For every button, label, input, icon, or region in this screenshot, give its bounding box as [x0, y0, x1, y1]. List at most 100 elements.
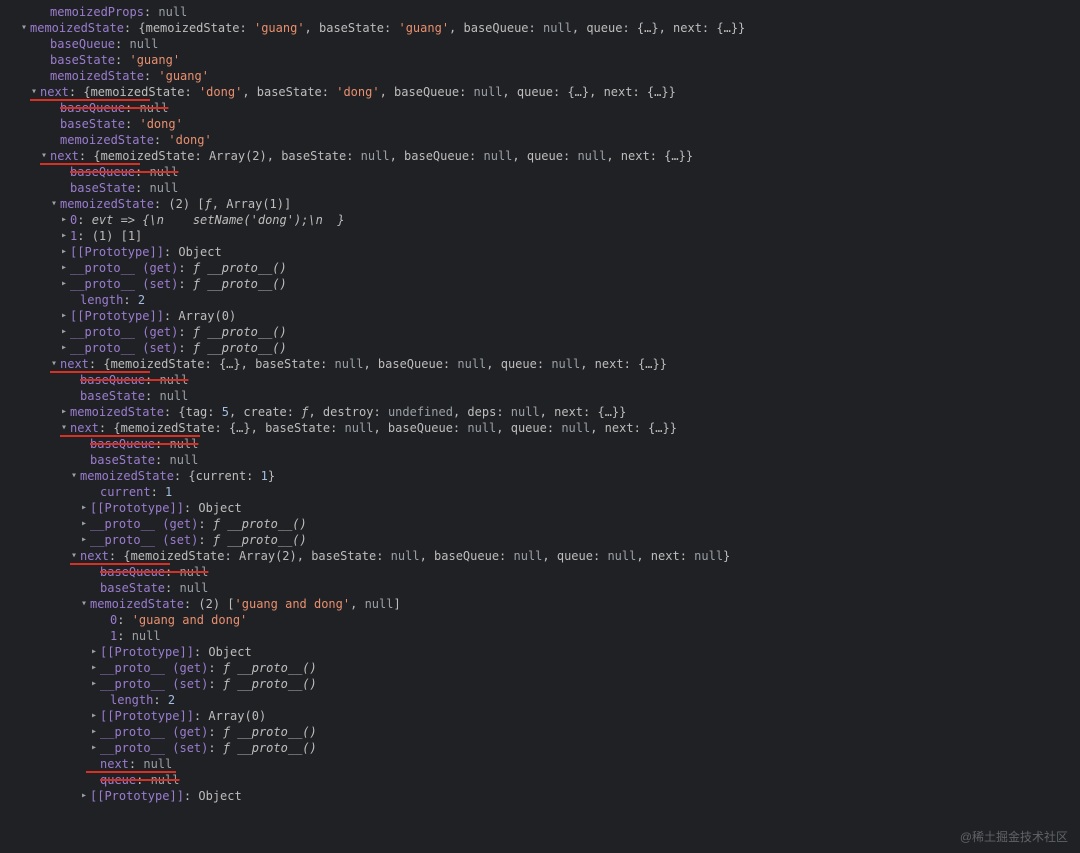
property-content: baseState: 'dong' [60, 116, 183, 132]
property-row: memoizedState: 'dong' [0, 132, 1080, 148]
property-row[interactable]: ▸__proto__ (get): ƒ __proto__() [0, 724, 1080, 740]
expand-arrow-right-icon[interactable]: ▸ [58, 324, 70, 340]
arrow-placeholder [38, 68, 50, 84]
arrow-placeholder [88, 772, 100, 788]
expand-arrow-right-icon[interactable]: ▸ [88, 724, 100, 740]
property-row[interactable]: ▸[[Prototype]]: Object [0, 244, 1080, 260]
property-row[interactable]: ▾next: {memoizedState: {…}, baseState: n… [0, 420, 1080, 436]
property-row[interactable]: ▸1: (1) [1] [0, 228, 1080, 244]
property-row[interactable]: ▸__proto__ (set): ƒ __proto__() [0, 276, 1080, 292]
expand-arrow-right-icon[interactable]: ▸ [78, 500, 90, 516]
property-content: [[Prototype]]: Array(0) [70, 308, 236, 324]
expand-arrow-down-icon[interactable]: ▾ [48, 356, 60, 372]
arrow-placeholder [68, 372, 80, 388]
property-content: current: 1 [100, 484, 172, 500]
property-row: baseState: null [0, 180, 1080, 196]
property-content: __proto__ (get): ƒ __proto__() [70, 324, 287, 340]
property-row: baseState: null [0, 452, 1080, 468]
expand-arrow-right-icon[interactable]: ▸ [58, 404, 70, 420]
property-content: [[Prototype]]: Array(0) [100, 708, 266, 724]
property-content: next: {memoizedState: 'dong', baseState:… [40, 84, 676, 100]
property-content: baseState: null [70, 180, 178, 196]
expand-arrow-down-icon[interactable]: ▾ [68, 468, 80, 484]
arrow-placeholder [38, 52, 50, 68]
property-row[interactable]: ▾memoizedState: (2) ['guang and dong', n… [0, 596, 1080, 612]
property-content: baseQueue: null [50, 36, 158, 52]
expand-arrow-right-icon[interactable]: ▸ [88, 660, 100, 676]
expand-arrow-right-icon[interactable]: ▸ [58, 244, 70, 260]
expand-arrow-right-icon[interactable]: ▸ [58, 308, 70, 324]
property-row[interactable]: ▸[[Prototype]]: Object [0, 788, 1080, 804]
property-content: next: null [100, 756, 172, 772]
expand-arrow-right-icon[interactable]: ▸ [78, 516, 90, 532]
property-content: memoizedState: {tag: 5, create: ƒ, destr… [70, 404, 626, 420]
property-row[interactable]: ▾memoizedState: {current: 1} [0, 468, 1080, 484]
expand-arrow-down-icon[interactable]: ▾ [68, 548, 80, 564]
property-row[interactable]: ▸__proto__ (set): ƒ __proto__() [0, 340, 1080, 356]
expand-arrow-right-icon[interactable]: ▸ [88, 644, 100, 660]
property-content: baseQueue: null [70, 164, 178, 180]
expand-arrow-right-icon[interactable]: ▸ [58, 276, 70, 292]
property-row[interactable]: ▸__proto__ (set): ƒ __proto__() [0, 676, 1080, 692]
property-row[interactable]: ▸[[Prototype]]: Object [0, 644, 1080, 660]
property-row[interactable]: ▸__proto__ (get): ƒ __proto__() [0, 660, 1080, 676]
property-row[interactable]: ▸[[Prototype]]: Object [0, 500, 1080, 516]
property-row[interactable]: ▸__proto__ (get): ƒ __proto__() [0, 516, 1080, 532]
property-row[interactable]: ▾next: {memoizedState: 'dong', baseState… [0, 84, 1080, 100]
red-underline-annotation [70, 563, 170, 565]
property-row[interactable]: ▸__proto__ (set): ƒ __proto__() [0, 532, 1080, 548]
arrow-placeholder [68, 388, 80, 404]
property-row: baseState: 'dong' [0, 116, 1080, 132]
property-row: baseQueue: null [0, 564, 1080, 580]
expand-arrow-down-icon[interactable]: ▾ [58, 420, 70, 436]
property-row[interactable]: ▸[[Prototype]]: Array(0) [0, 708, 1080, 724]
property-row[interactable]: ▾memoizedState: {memoizedState: 'guang',… [0, 20, 1080, 36]
property-content: __proto__ (set): ƒ __proto__() [90, 532, 307, 548]
expand-arrow-right-icon[interactable]: ▸ [88, 740, 100, 756]
object-inspector-tree: memoizedProps: null▾memoizedState: {memo… [0, 4, 1080, 804]
property-content: __proto__ (get): ƒ __proto__() [90, 516, 307, 532]
expand-arrow-down-icon[interactable]: ▾ [38, 148, 50, 164]
expand-arrow-right-icon[interactable]: ▸ [58, 228, 70, 244]
arrow-placeholder [38, 36, 50, 52]
property-content: __proto__ (get): ƒ __proto__() [70, 260, 287, 276]
property-content: 0: 'guang and dong' [110, 612, 247, 628]
expand-arrow-down-icon[interactable]: ▾ [28, 84, 40, 100]
property-row[interactable]: ▾memoizedState: (2) [ƒ, Array(1)] [0, 196, 1080, 212]
arrow-placeholder [88, 756, 100, 772]
expand-arrow-down-icon[interactable]: ▾ [48, 196, 60, 212]
expand-arrow-down-icon[interactable]: ▾ [78, 596, 90, 612]
property-row[interactable]: ▸0: evt => {\n setName('dong');\n } [0, 212, 1080, 228]
expand-arrow-right-icon[interactable]: ▸ [58, 212, 70, 228]
property-row[interactable]: ▸__proto__ (get): ƒ __proto__() [0, 260, 1080, 276]
property-content: next: {memoizedState: {…}, baseState: nu… [70, 420, 677, 436]
expand-arrow-right-icon[interactable]: ▸ [78, 532, 90, 548]
expand-arrow-right-icon[interactable]: ▸ [58, 260, 70, 276]
arrow-placeholder [48, 132, 60, 148]
property-row[interactable]: ▾next: {memoizedState: {…}, baseState: n… [0, 356, 1080, 372]
property-row[interactable]: ▸__proto__ (set): ƒ __proto__() [0, 740, 1080, 756]
expand-arrow-right-icon[interactable]: ▸ [88, 708, 100, 724]
property-content: baseQueue: null [90, 436, 198, 452]
expand-arrow-down-icon[interactable]: ▾ [18, 20, 30, 36]
arrow-placeholder [68, 292, 80, 308]
property-row[interactable]: ▸__proto__ (get): ƒ __proto__() [0, 324, 1080, 340]
property-row[interactable]: ▸[[Prototype]]: Array(0) [0, 308, 1080, 324]
property-row[interactable]: ▸memoizedState: {tag: 5, create: ƒ, dest… [0, 404, 1080, 420]
property-row[interactable]: ▾next: {memoizedState: Array(2), baseSta… [0, 548, 1080, 564]
property-content: next: {memoizedState: {…}, baseState: nu… [60, 356, 667, 372]
property-row: 1: null [0, 628, 1080, 644]
property-row: memoizedProps: null [0, 4, 1080, 20]
property-content: __proto__ (get): ƒ __proto__() [100, 724, 317, 740]
expand-arrow-right-icon[interactable]: ▸ [58, 340, 70, 356]
property-row: baseState: 'guang' [0, 52, 1080, 68]
property-content: 0: evt => {\n setName('dong');\n } [70, 212, 345, 228]
arrow-placeholder [48, 116, 60, 132]
property-content: memoizedState: {memoizedState: 'guang', … [30, 20, 745, 36]
property-row: baseQueue: null [0, 436, 1080, 452]
expand-arrow-right-icon[interactable]: ▸ [78, 788, 90, 804]
arrow-placeholder [88, 580, 100, 596]
property-row[interactable]: ▾next: {memoizedState: Array(2), baseSta… [0, 148, 1080, 164]
property-content: 1: (1) [1] [70, 228, 142, 244]
expand-arrow-right-icon[interactable]: ▸ [88, 676, 100, 692]
